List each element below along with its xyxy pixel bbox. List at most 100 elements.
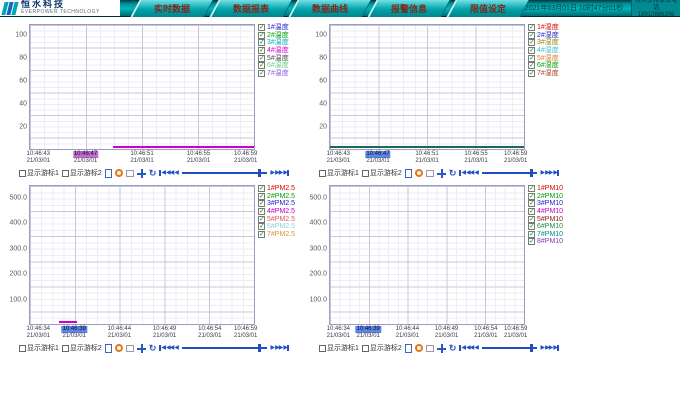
legend-checkbox-icon[interactable]: ✓	[258, 216, 265, 223]
legend-checkbox-icon[interactable]: ✓	[528, 70, 535, 77]
fast-forward-button[interactable]: ▶▶	[275, 169, 282, 177]
fast-backward-button[interactable]: ◀◀	[466, 344, 473, 352]
legend-checkbox-icon[interactable]: ✓	[258, 223, 265, 230]
crosshair-icon[interactable]	[137, 169, 146, 178]
crosshair-icon[interactable]	[437, 169, 446, 178]
fast-backward-button[interactable]: ◀◀	[466, 169, 473, 177]
tab-realtime-data[interactable]: 实时数据	[130, 0, 213, 17]
step-forward-button[interactable]: ▶	[271, 169, 275, 177]
tab-alarm-info[interactable]: 报警信息	[367, 0, 450, 17]
cursor1-checkbox[interactable]: 显示游标1	[19, 343, 59, 353]
skip-start-button[interactable]: ◀	[159, 344, 165, 352]
skip-end-button[interactable]: ▶	[553, 169, 559, 177]
cursor2-checkbox[interactable]: 显示游标2	[62, 343, 102, 353]
legend-item[interactable]: ✓7#PM2.5	[258, 231, 297, 239]
legend-checkbox-icon[interactable]: ✓	[258, 185, 265, 192]
refresh-icon[interactable]: ↻	[449, 344, 457, 353]
tab-limit-setting[interactable]: 限值设定	[446, 0, 529, 17]
cursor1-checkbox[interactable]: 显示游标1	[319, 343, 359, 353]
cursor2-checkbox[interactable]: 显示游标2	[362, 168, 402, 178]
tab-data-curve[interactable]: 数据曲线	[288, 0, 371, 17]
skip-start-button[interactable]: ◀	[459, 344, 465, 352]
legend-checkbox-icon[interactable]: ✓	[528, 39, 535, 46]
legend-checkbox-icon[interactable]: ✓	[258, 70, 265, 77]
pan-icon[interactable]	[426, 345, 434, 352]
legend-checkbox-icon[interactable]: ✓	[528, 55, 535, 62]
legend-checkbox-icon[interactable]: ✓	[528, 216, 535, 223]
legend-item[interactable]: ✓1#温度	[258, 24, 297, 32]
copy-icon[interactable]	[105, 169, 112, 178]
skip-end-button[interactable]: ▶	[553, 344, 559, 352]
fast-forward-button[interactable]: ▶▶	[545, 169, 552, 177]
copy-icon[interactable]	[405, 169, 412, 178]
step-backward-button[interactable]: ◀	[174, 344, 178, 352]
cursor2-checkbox[interactable]: 显示游标2	[62, 168, 102, 178]
skip-start-button[interactable]: ◀	[459, 169, 465, 177]
legend-checkbox-icon[interactable]: ✓	[528, 223, 535, 230]
legend-item[interactable]: ✓7#湿度	[528, 70, 567, 78]
fast-forward-button[interactable]: ▶▶	[275, 344, 282, 352]
legend-checkbox-icon[interactable]: ✓	[528, 193, 535, 200]
legend-item[interactable]: ✓8#PM10	[528, 238, 567, 246]
legend-checkbox-icon[interactable]: ✓	[528, 231, 535, 238]
zoom-icon[interactable]	[415, 169, 423, 177]
slider-handle[interactable]	[530, 169, 533, 177]
legend-item[interactable]: ✓5#PM10	[528, 215, 567, 223]
legend-checkbox-icon[interactable]: ✓	[528, 185, 535, 192]
legend-item[interactable]: ✓6#湿度	[528, 62, 567, 70]
legend-item[interactable]: ✓7#PM10	[528, 231, 567, 239]
cursor1-checkbox[interactable]: 显示游标1	[19, 168, 59, 178]
step-forward-button[interactable]: ▶	[541, 169, 545, 177]
legend-item[interactable]: ✓4#温度	[258, 47, 297, 55]
legend-checkbox-icon[interactable]: ✓	[258, 39, 265, 46]
tab-data-report[interactable]: 数据报表	[209, 0, 292, 17]
legend-item[interactable]: ✓3#PM2.5	[258, 200, 297, 208]
step-forward-button[interactable]: ▶	[271, 344, 275, 352]
legend-item[interactable]: ✓7#温度	[258, 70, 297, 78]
legend-checkbox-icon[interactable]: ✓	[258, 55, 265, 62]
slider-handle[interactable]	[530, 344, 533, 352]
legend-item[interactable]: ✓2#PM10	[528, 193, 567, 201]
legend-checkbox-icon[interactable]: ✓	[528, 62, 535, 69]
pan-icon[interactable]	[126, 345, 134, 352]
step-backward-button[interactable]: ◀	[474, 344, 478, 352]
legend-item[interactable]: ✓3#湿度	[528, 39, 567, 47]
legend-checkbox-icon[interactable]: ✓	[258, 200, 265, 207]
step-backward-button[interactable]: ◀	[474, 169, 478, 177]
legend-item[interactable]: ✓3#PM10	[528, 200, 567, 208]
legend-checkbox-icon[interactable]: ✓	[528, 47, 535, 54]
legend-checkbox-icon[interactable]: ✓	[258, 208, 265, 215]
timeline-slider[interactable]	[182, 172, 267, 174]
legend-checkbox-icon[interactable]: ✓	[258, 231, 265, 238]
plot-area[interactable]	[329, 185, 525, 325]
fast-backward-button[interactable]: ◀◀	[166, 169, 173, 177]
skip-start-button[interactable]: ◀	[159, 169, 165, 177]
zoom-icon[interactable]	[115, 344, 123, 352]
plot-area[interactable]	[29, 24, 255, 150]
crosshair-icon[interactable]	[437, 344, 446, 353]
refresh-icon[interactable]: ↻	[449, 169, 457, 178]
legend-item[interactable]: ✓6#PM2.5	[258, 223, 297, 231]
skip-end-button[interactable]: ▶	[283, 344, 289, 352]
legend-checkbox-icon[interactable]: ✓	[258, 193, 265, 200]
legend-checkbox-icon[interactable]: ✓	[528, 24, 535, 31]
legend-checkbox-icon[interactable]: ✓	[528, 208, 535, 215]
refresh-icon[interactable]: ↻	[149, 344, 157, 353]
legend-item[interactable]: ✓5#温度	[258, 54, 297, 62]
legend-item[interactable]: ✓4#PM10	[528, 208, 567, 216]
step-forward-button[interactable]: ▶	[541, 344, 545, 352]
slider-handle[interactable]	[258, 344, 261, 352]
copy-icon[interactable]	[405, 344, 412, 353]
crosshair-icon[interactable]	[137, 344, 146, 353]
fast-backward-button[interactable]: ◀◀	[166, 344, 173, 352]
legend-checkbox-icon[interactable]: ✓	[528, 238, 535, 245]
legend-item[interactable]: ✓4#PM2.5	[258, 208, 297, 216]
legend-item[interactable]: ✓5#湿度	[528, 54, 567, 62]
legend-item[interactable]: ✓6#温度	[258, 62, 297, 70]
legend-item[interactable]: ✓6#PM10	[528, 223, 567, 231]
timeline-slider[interactable]	[482, 172, 537, 174]
pan-icon[interactable]	[126, 170, 134, 177]
legend-checkbox-icon[interactable]: ✓	[528, 200, 535, 207]
cursor1-checkbox[interactable]: 显示游标1	[319, 168, 359, 178]
legend-item[interactable]: ✓1#湿度	[528, 24, 567, 32]
